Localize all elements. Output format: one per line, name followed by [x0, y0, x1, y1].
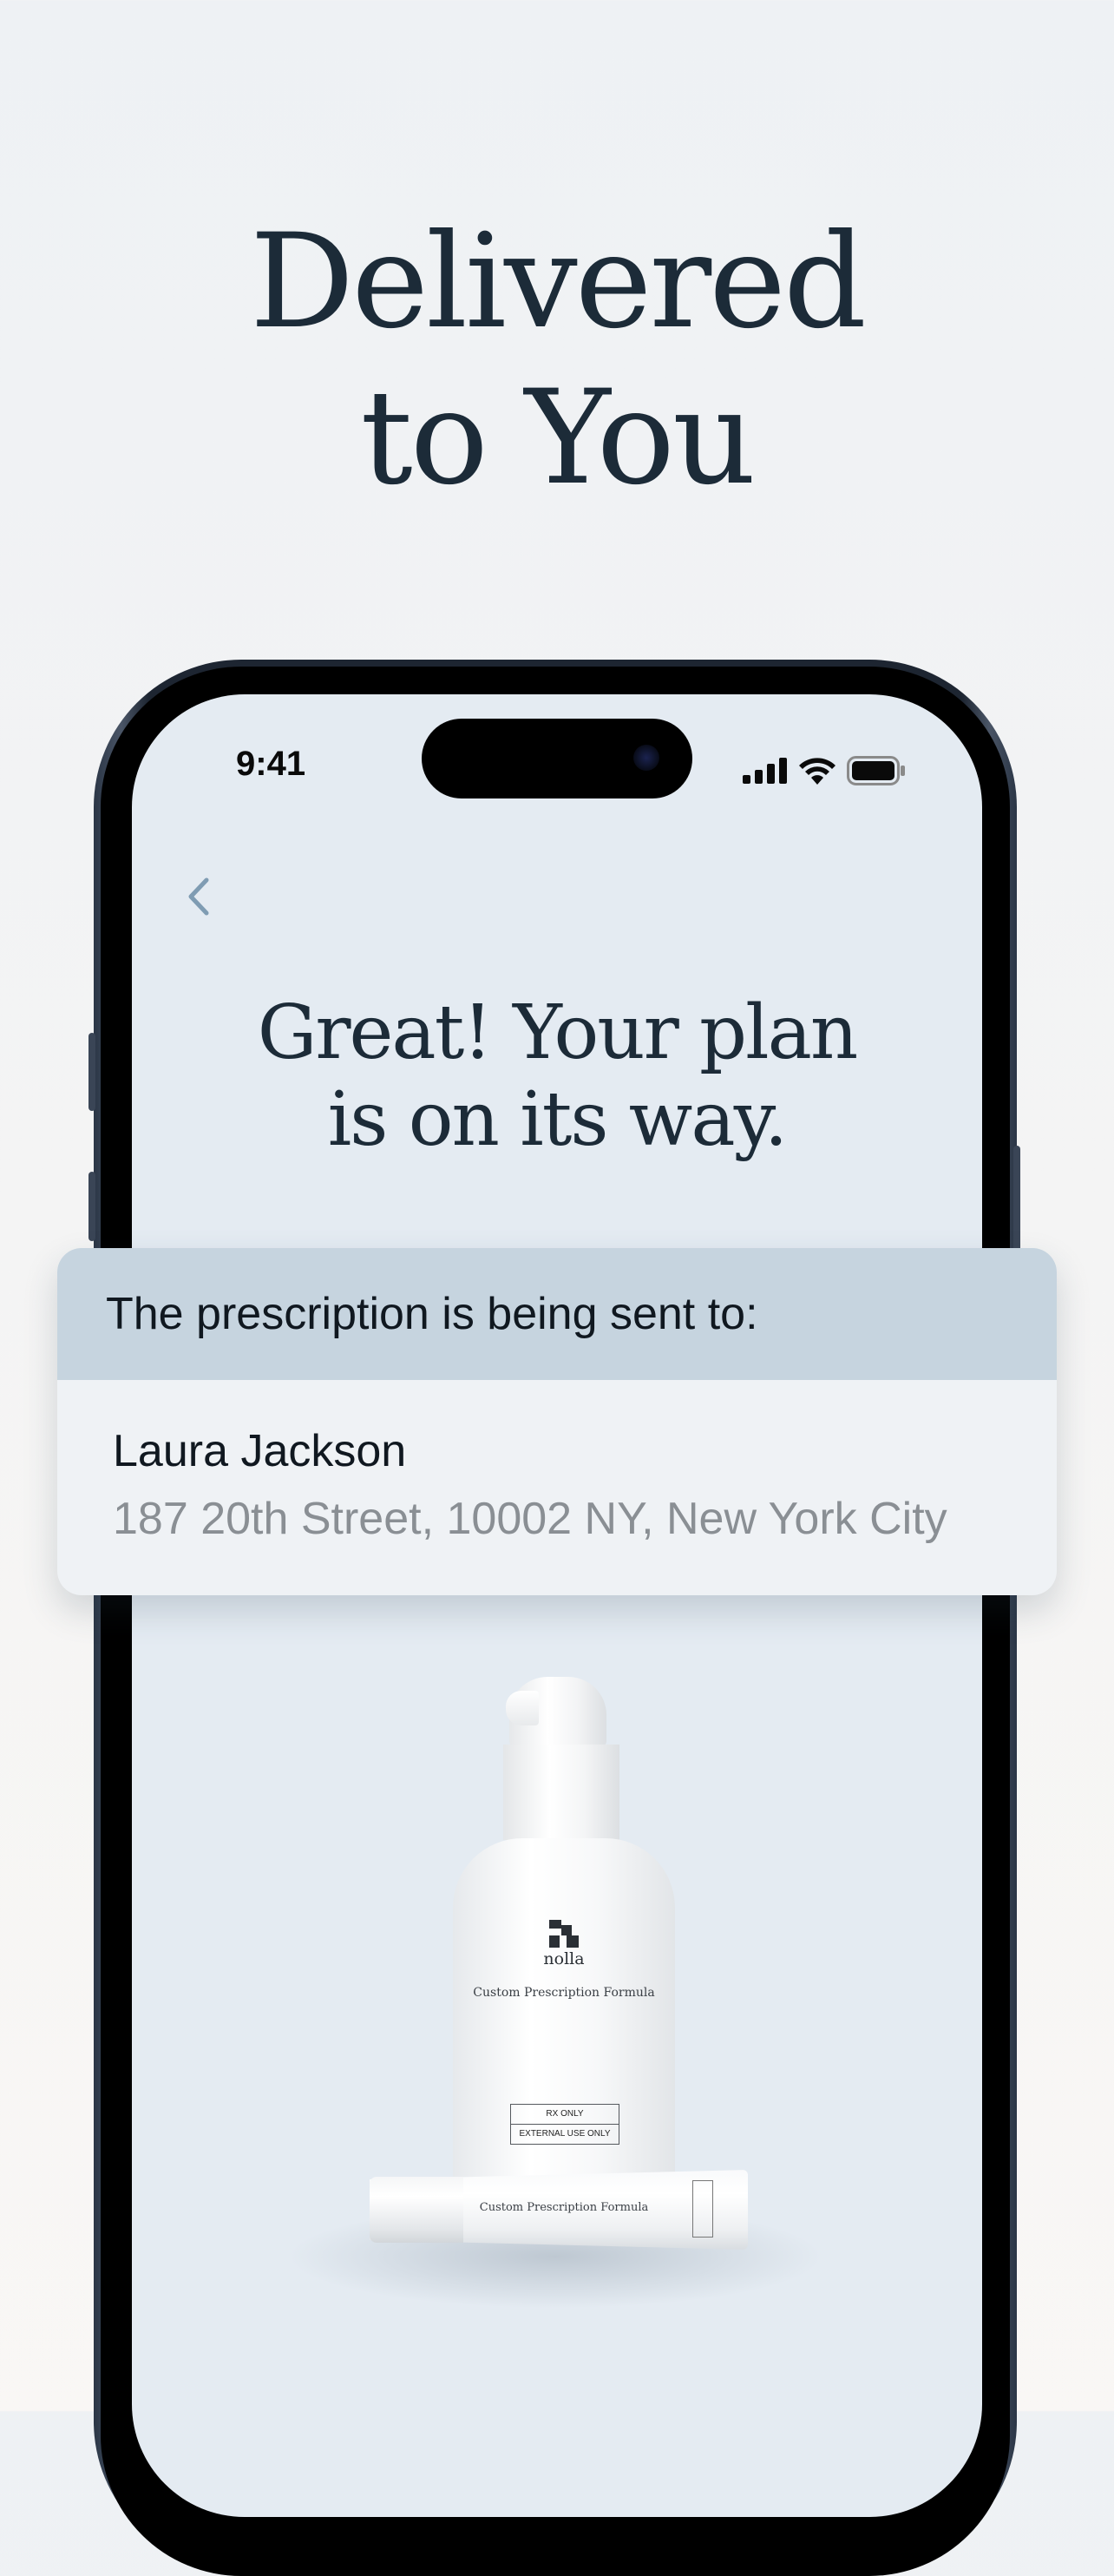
tube-label: Custom Prescription Formula	[479, 2201, 649, 2214]
headline-line-2: to You	[360, 363, 756, 514]
pump-nozzle	[506, 1691, 539, 1725]
wifi-icon	[799, 758, 836, 785]
headline-line-1: Delivered	[250, 207, 867, 358]
recipient-name: Laura Jackson	[113, 1426, 407, 1476]
nolla-logo-icon	[549, 1920, 579, 1948]
battery-icon	[847, 756, 905, 785]
front-camera-icon	[633, 745, 659, 771]
back-button[interactable]	[174, 868, 222, 925]
dynamic-island	[422, 719, 692, 798]
confirmation-title-line-1: Great! Your plan	[257, 989, 859, 1076]
card-header: The prescription is being sent to:	[57, 1248, 1057, 1380]
shipping-address-card: The prescription is being sent to: Laura…	[57, 1248, 1057, 1595]
recipient-address: 187 20th Street, 10002 NY, New York City	[113, 1494, 947, 1544]
confirmation-title: Great! Your plan is on its way.	[132, 989, 982, 1163]
bottle-label: Custom Prescription Formula	[473, 1986, 655, 2000]
phone-action-button	[88, 1033, 95, 1111]
pump-neck	[503, 1745, 619, 1840]
status-bar-time: 9:41	[236, 745, 306, 783]
chevron-left-icon	[188, 877, 209, 916]
cellular-signal-icon	[743, 758, 787, 784]
rx-only-label: RX ONLY	[546, 2109, 584, 2119]
rx-label-box: RX ONLY EXTERNAL USE ONLY	[510, 2104, 619, 2145]
status-bar-icons	[743, 755, 906, 786]
tube-rx-label	[692, 2180, 713, 2238]
confirmation-title-line-2: is on its way.	[327, 1076, 788, 1163]
brand-name: nolla	[543, 1949, 585, 1968]
external-use-label: EXTERNAL USE ONLY	[511, 2124, 619, 2144]
phone-volume-up-button	[88, 1172, 95, 1241]
tube-cap	[370, 2177, 463, 2243]
promo-headline: Delivered to You	[0, 204, 1114, 516]
